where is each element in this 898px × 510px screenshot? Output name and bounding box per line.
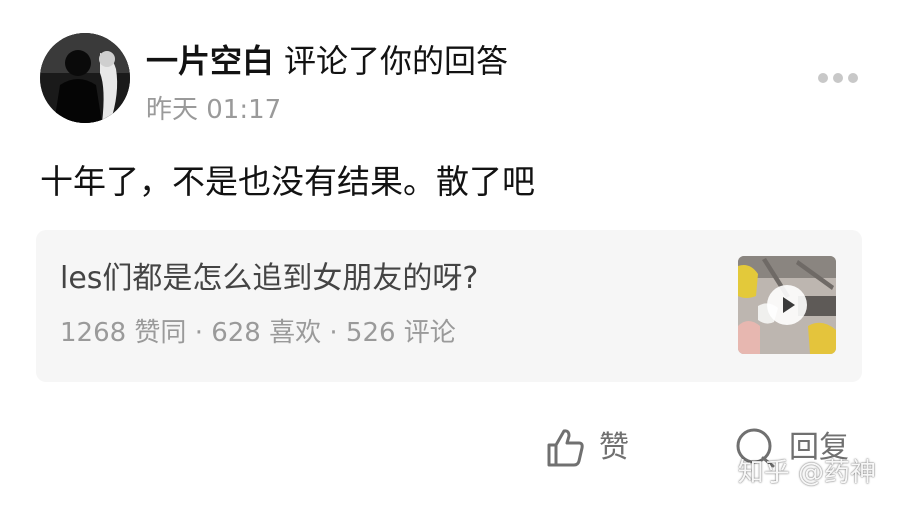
notification-action-text: 评论了你的回答 — [284, 42, 509, 80]
notification-header: 一片空白 评论了你的回答 — [146, 42, 508, 80]
more-options-button[interactable] — [818, 70, 858, 86]
thumbs-up-icon — [547, 429, 584, 467]
avatar-image — [40, 33, 130, 123]
watermark: 知乎 @药神 — [737, 458, 876, 488]
like-label: 赞 — [599, 430, 629, 465]
notification-item: 一片空白 评论了你的回答 昨天 01:17 十年了，不是也没有结果。散了吧 les… — [0, 0, 898, 510]
timestamp: 昨天 01:17 — [146, 95, 282, 125]
play-button[interactable] — [767, 285, 807, 325]
play-icon — [783, 297, 795, 313]
more-dots-icon — [833, 73, 843, 83]
answer-card[interactable]: les们都是怎么追到女朋友的呀? 1268 赞同 · 628 喜欢 · 526 … — [36, 230, 862, 382]
user-name-link[interactable]: 一片空白 — [146, 42, 274, 80]
answer-title: les们都是怎么追到女朋友的呀? — [60, 261, 479, 296]
more-dots-icon — [818, 73, 828, 83]
user-avatar[interactable] — [40, 33, 130, 123]
comment-text: 十年了，不是也没有结果。散了吧 — [40, 162, 535, 201]
more-dots-icon — [848, 73, 858, 83]
like-button[interactable]: 赞 — [545, 423, 629, 473]
answer-stats: 1268 赞同 · 628 喜欢 · 526 评论 — [60, 318, 456, 348]
answer-video-thumbnail[interactable] — [738, 256, 836, 354]
